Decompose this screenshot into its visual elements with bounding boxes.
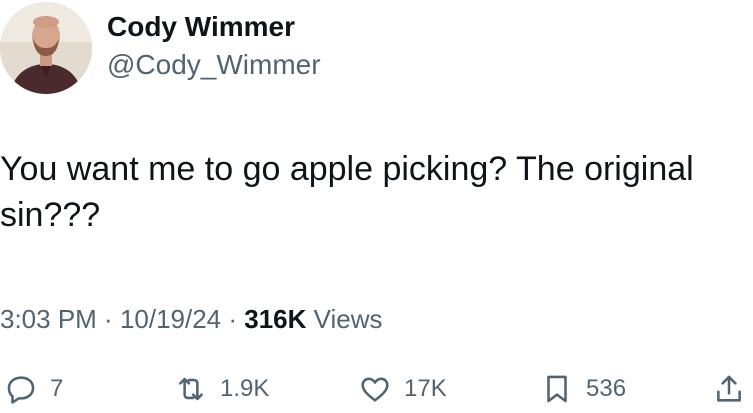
repost-count: 1.9K bbox=[220, 375, 270, 402]
tweet-text: You want me to go apple picking? The ori… bbox=[0, 150, 694, 234]
avatar[interactable] bbox=[0, 2, 92, 94]
author-display-name[interactable]: Cody Wimmer bbox=[107, 10, 321, 44]
like-count: 17K bbox=[404, 375, 447, 402]
views-label: Views bbox=[306, 304, 383, 334]
bookmark-button[interactable]: 536 bbox=[540, 366, 626, 412]
action-bar: 7 1.9K 17K 536 bbox=[0, 366, 753, 412]
heart-icon bbox=[358, 372, 392, 406]
comment-bubble-icon bbox=[4, 372, 38, 406]
repost-button[interactable]: 1.9K bbox=[174, 366, 269, 412]
avatar-photo-icon bbox=[0, 2, 92, 94]
views-count: 316K bbox=[244, 304, 307, 334]
meta-separator: · bbox=[221, 304, 245, 334]
like-button[interactable]: 17K bbox=[358, 366, 447, 412]
tweet-card: Cody Wimmer @Cody_Wimmer You want me to … bbox=[0, 0, 753, 412]
share-upload-icon bbox=[712, 372, 746, 406]
author-block: Cody Wimmer @Cody_Wimmer bbox=[107, 10, 321, 82]
share-button[interactable] bbox=[712, 366, 746, 412]
bookmark-count: 536 bbox=[586, 375, 627, 402]
bookmark-icon bbox=[540, 372, 574, 406]
tweet-meta: 3:03 PM · 10/19/24 · 316K Views bbox=[0, 302, 383, 336]
reply-count: 7 bbox=[50, 375, 64, 402]
meta-separator: · bbox=[96, 304, 120, 334]
author-handle[interactable]: @Cody_Wimmer bbox=[107, 48, 321, 82]
tweet-time[interactable]: 3:03 PM bbox=[0, 304, 97, 334]
retweet-arrows-icon bbox=[174, 372, 208, 406]
reply-button[interactable]: 7 bbox=[4, 366, 63, 412]
tweet-date[interactable]: 10/19/24 bbox=[120, 304, 221, 334]
